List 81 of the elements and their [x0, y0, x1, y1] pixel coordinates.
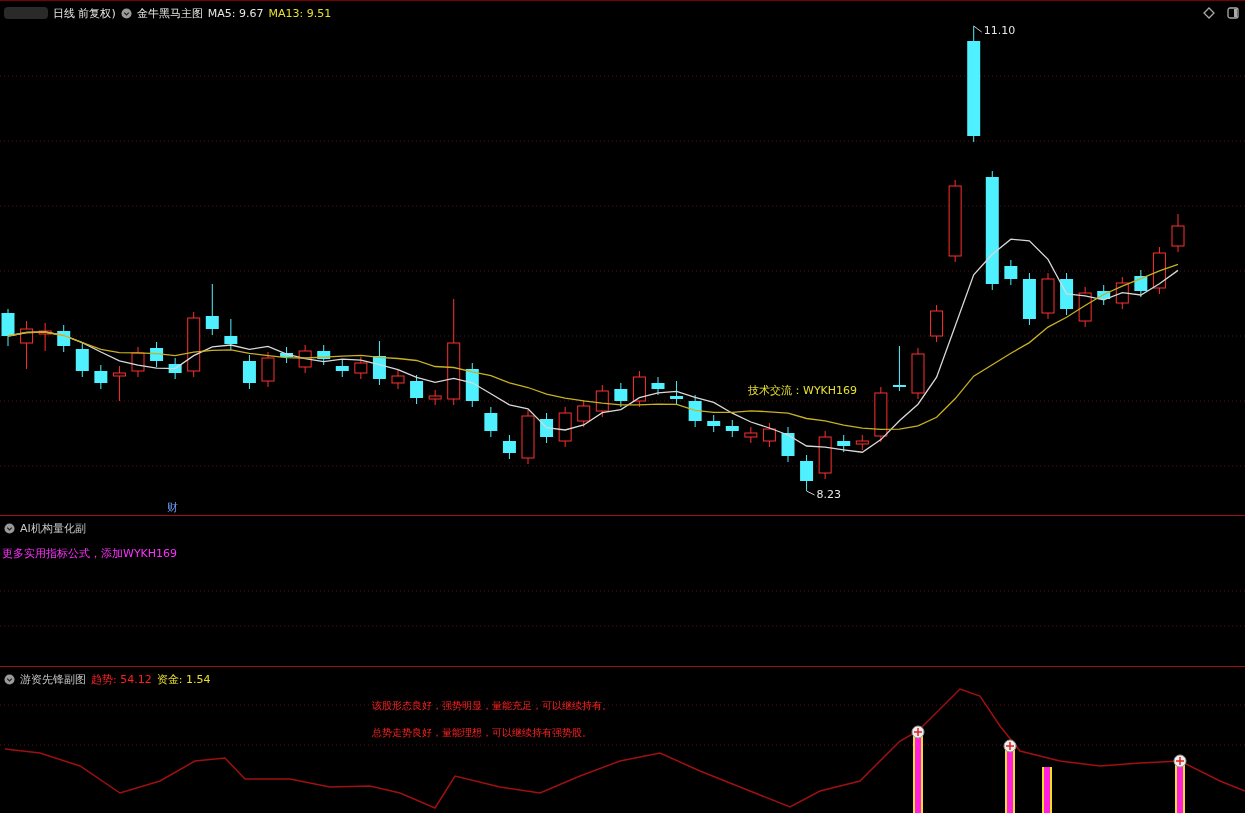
candlestick: [744, 426, 758, 444]
candlestick: [261, 351, 275, 388]
annotation-text: 技术交流：WYKH169: [748, 383, 858, 398]
low-price-label: 8.23: [816, 488, 842, 501]
collapse-icon[interactable]: [4, 522, 15, 534]
status-message: 该股形态良好，强势明显，量能充足，可以继续持有。: [372, 699, 612, 713]
candlestick: [391, 369, 405, 390]
candlestick: [57, 324, 71, 353]
candlestick: [150, 341, 164, 368]
candlestick: [280, 346, 294, 364]
candlestick: [354, 356, 368, 380]
candlestick: [168, 357, 182, 380]
candlestick: [131, 346, 145, 378]
candlestick: [800, 454, 814, 492]
panel-title[interactable]: AI机构量化副: [20, 520, 86, 536]
info-message: 更多实用指标公式，添加WYKH169: [1, 546, 179, 561]
candlestick: [1115, 276, 1129, 310]
candlestick: [651, 376, 665, 396]
candlestick: [428, 389, 442, 406]
candlestick: [242, 354, 256, 390]
candlestick: [540, 412, 554, 444]
candlestick: [38, 322, 52, 352]
fund-reading: 资金: 1.54: [156, 671, 211, 687]
candlestick: [781, 426, 795, 463]
candlestick: [911, 347, 925, 400]
collapse-icon[interactable]: [120, 7, 132, 19]
ma5-reading: MA5: 9.67: [207, 6, 264, 20]
candlestick: [502, 434, 516, 460]
candlestick: [1004, 259, 1018, 286]
candlestick: [1171, 213, 1185, 253]
candlestick: [372, 340, 386, 386]
candlestick: [410, 374, 424, 405]
candlestick: [577, 399, 591, 428]
candlestick: [94, 364, 108, 390]
candlestick: [465, 362, 479, 408]
candlestick: [837, 434, 851, 453]
candlestick: [595, 384, 609, 418]
candlestick: [1022, 272, 1036, 326]
blurred-block: [4, 7, 48, 19]
candlestick: [762, 422, 776, 448]
candlestick: [1152, 246, 1166, 295]
indicator-name[interactable]: 金牛黑马主图: [136, 5, 203, 21]
candlestick: [298, 344, 312, 374]
candlestick: [317, 344, 331, 366]
candlestick: [632, 370, 646, 408]
candlestick: [725, 419, 739, 438]
window-icon[interactable]: [1227, 7, 1239, 19]
high-price-label: 11.10: [983, 24, 1016, 37]
candlestick: [224, 318, 238, 351]
candlestick: [892, 345, 906, 392]
finance-marker: 财: [167, 500, 178, 515]
candlestick: [187, 311, 201, 378]
candlestick: [670, 380, 684, 406]
candlestick: [1078, 286, 1092, 328]
ma13-reading: MA13: 9.51: [268, 6, 332, 20]
candlestick: [818, 430, 832, 480]
candlestick: [688, 394, 702, 428]
status-message: 总势走势良好，量能理想，可以继续持有强势股。: [372, 726, 592, 740]
candlestick: [75, 342, 89, 378]
candlestick: [20, 320, 34, 370]
candlestick: [1134, 269, 1148, 298]
candlestick: [205, 283, 219, 336]
trend-reading: 趋势: 54.12: [91, 671, 152, 687]
candlestick: [874, 386, 888, 443]
candlestick: [558, 406, 572, 448]
candlestick: [1, 308, 15, 347]
candlestick: [930, 304, 944, 343]
candlestick: [1060, 272, 1074, 316]
candlestick: [614, 382, 628, 408]
candlestick: [1041, 272, 1055, 320]
collapse-icon[interactable]: [4, 673, 15, 685]
candlestick: [1097, 284, 1111, 306]
candlestick: [521, 409, 535, 465]
candlestick: [855, 434, 869, 451]
diamond-icon[interactable]: [1203, 7, 1215, 19]
candlestick: [484, 406, 498, 438]
candlestick: [335, 359, 349, 378]
candlestick: [707, 414, 721, 433]
chart-period: 日线 前复权): [53, 5, 116, 21]
panel-title[interactable]: 游资先锋副图: [20, 671, 86, 687]
candlestick: [112, 365, 126, 402]
